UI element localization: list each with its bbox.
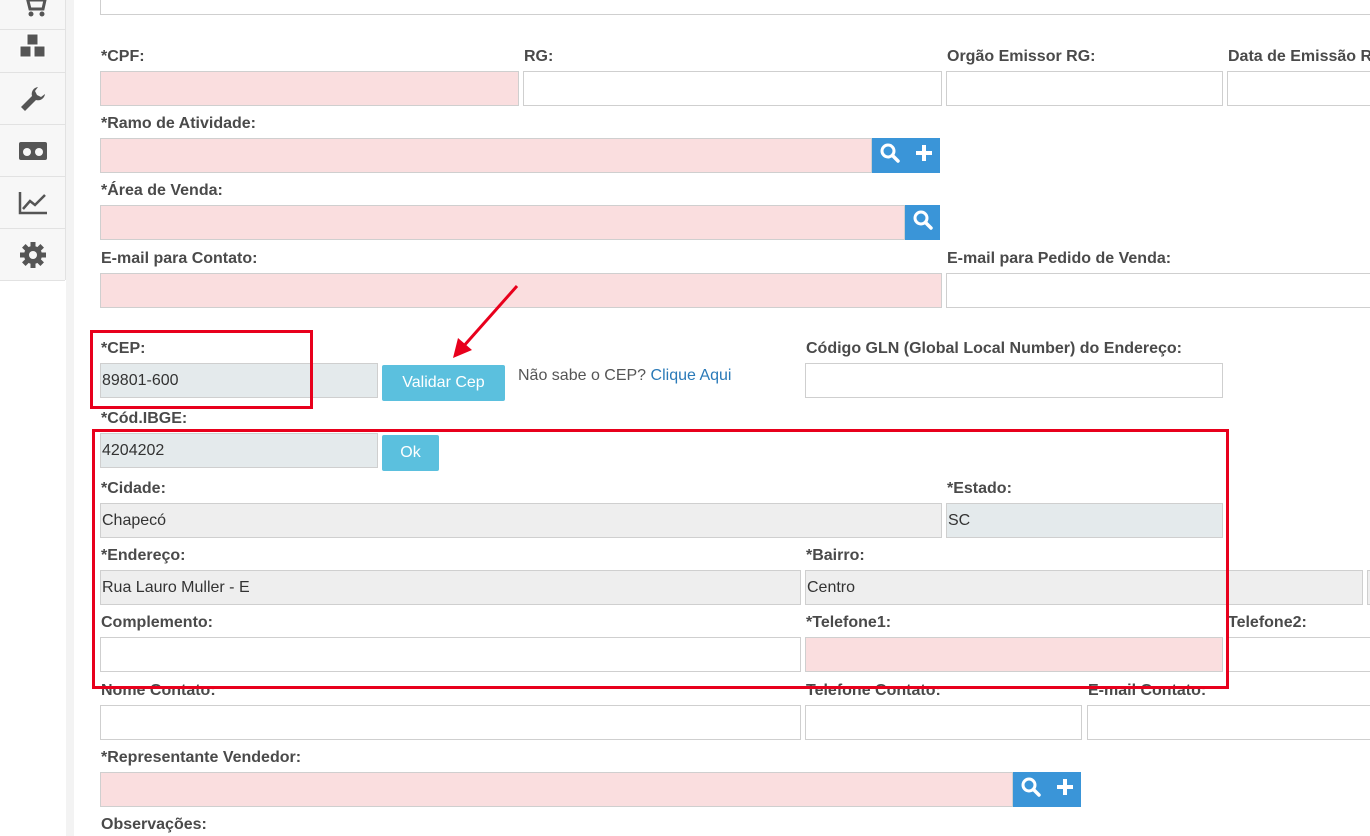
data-emissao-label: Data de Emissão R	[1228, 48, 1370, 65]
rg-field[interactable]	[523, 71, 942, 106]
annotation-arrow-icon	[453, 285, 519, 358]
telefone-contato-field[interactable]	[805, 705, 1082, 740]
telefone2-field[interactable]	[1227, 637, 1370, 672]
sidebar	[0, 0, 66, 281]
area-venda-search-button[interactable]	[905, 205, 940, 240]
sidebar-item-view[interactable]	[0, 125, 65, 177]
data-emissao-field[interactable]	[1227, 71, 1370, 106]
email-contato-label: E-mail para Contato:	[101, 250, 258, 267]
cart-icon	[25, 0, 46, 16]
wrench-icon	[20, 86, 45, 111]
chart-icon	[18, 191, 47, 214]
search-icon	[913, 210, 933, 235]
email-pedido-field[interactable]	[946, 273, 1370, 308]
sidebar-item-tools[interactable]	[0, 73, 65, 125]
nome-contato-field[interactable]	[100, 705, 801, 740]
sidebar-item-settings[interactable]	[0, 229, 65, 281]
sidebar-gutter	[66, 0, 74, 836]
observacoes-label: Observações:	[101, 816, 207, 833]
plus-icon[interactable]	[1056, 778, 1074, 801]
validar-cep-button[interactable]: Validar Cep	[382, 365, 505, 401]
annotation-address-box	[92, 429, 1229, 689]
cpf-field[interactable]	[100, 71, 519, 106]
binoculars-icon	[18, 141, 47, 160]
cpf-label: *CPF:	[101, 48, 145, 65]
gln-label: Código GLN (Global Local Number) do Ende…	[806, 340, 1183, 357]
representante-label: *Representante Vendedor:	[101, 749, 302, 766]
gear-icon	[19, 241, 46, 268]
sidebar-item-reports[interactable]	[0, 177, 65, 229]
rg-label: RG:	[524, 48, 554, 65]
ibge-label: *Cód.IBGE:	[101, 410, 188, 427]
search-icon[interactable]	[1021, 777, 1041, 802]
search-icon[interactable]	[880, 143, 900, 168]
email-pedido-label: E-mail para Pedido de Venda:	[947, 250, 1172, 267]
ramo-atividade-buttons	[872, 138, 940, 173]
boxes-icon	[19, 33, 45, 57]
representante-buttons	[1013, 772, 1081, 807]
gln-field[interactable]	[805, 363, 1223, 398]
area-venda-label: *Área de Venda:	[101, 182, 223, 199]
telefone2-label: Telefone2:	[1228, 614, 1307, 631]
orgao-emissor-label: Orgão Emissor RG:	[947, 48, 1096, 65]
ramo-atividade-label: *Ramo de Atividade:	[101, 115, 256, 132]
sidebar-item-products[interactable]	[0, 21, 65, 73]
orgao-emissor-field[interactable]	[946, 71, 1223, 106]
top-field[interactable]	[100, 0, 1370, 15]
cep-hint: Não sabe o CEP? Clique Aqui	[518, 366, 731, 386]
plus-icon[interactable]	[915, 144, 933, 167]
representante-field[interactable]	[100, 772, 1013, 807]
email-contato2-field[interactable]	[1087, 705, 1370, 740]
cep-lookup-link[interactable]: Clique Aqui	[651, 367, 732, 384]
ramo-atividade-field[interactable]	[100, 138, 872, 173]
cep-hint-text: Não sabe o CEP?	[518, 367, 647, 384]
annotation-cep-box	[90, 330, 313, 409]
area-venda-field[interactable]	[100, 205, 905, 240]
